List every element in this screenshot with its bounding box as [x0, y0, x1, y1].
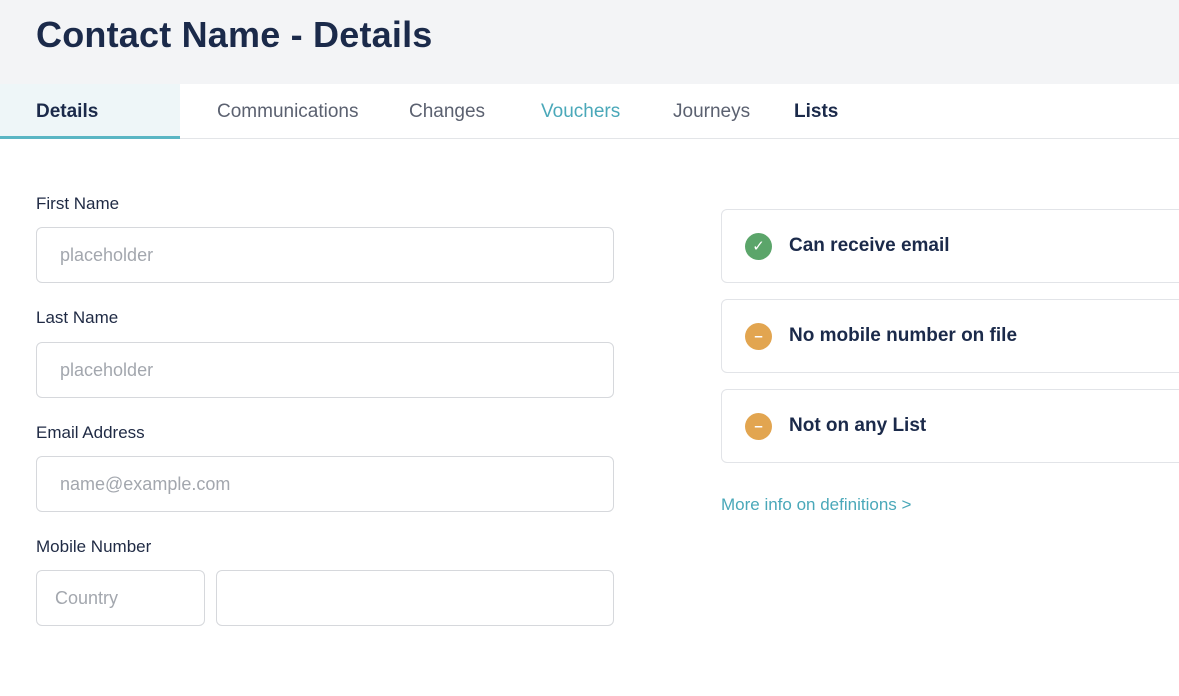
first-name-label: First Name	[36, 194, 120, 213]
country-field[interactable]	[36, 570, 205, 626]
tab-journeys[interactable]: Journeys	[673, 84, 750, 138]
status-text: Can receive email	[789, 235, 950, 256]
page-title: Contact Name - Details	[36, 14, 433, 55]
status-text: No mobile number on file	[789, 325, 1018, 346]
page-header: Contact Name - Details	[0, 0, 1179, 84]
tab-details[interactable]: Details	[0, 84, 180, 139]
tab-lists[interactable]: Lists	[794, 84, 838, 138]
tab-bar: Details Communications Changes Vouchers …	[0, 84, 1179, 139]
tab-vouchers[interactable]: Vouchers	[541, 84, 620, 138]
status-card-mobile: – No mobile number on file	[721, 299, 1179, 373]
minus-circle-icon: –	[745, 323, 772, 350]
mobile-label: Mobile Number	[36, 537, 152, 556]
last-name-label: Last Name	[36, 308, 119, 327]
last-name-field[interactable]	[36, 342, 614, 398]
status-card-lists: – Not on any List	[721, 389, 1179, 463]
email-label: Email Address	[36, 423, 145, 442]
email-field[interactable]	[36, 456, 614, 512]
status-text: Not on any List	[789, 415, 927, 436]
minus-circle-icon: –	[745, 413, 772, 440]
check-circle-icon: ✓	[745, 233, 772, 260]
mobile-number-field[interactable]	[216, 570, 614, 626]
tab-communications[interactable]: Communications	[217, 84, 359, 138]
first-name-field[interactable]	[36, 227, 614, 283]
status-card-email: ✓ Can receive email	[721, 209, 1179, 283]
tab-changes[interactable]: Changes	[409, 84, 485, 138]
more-info-link[interactable]: More info on definitions >	[721, 495, 911, 515]
